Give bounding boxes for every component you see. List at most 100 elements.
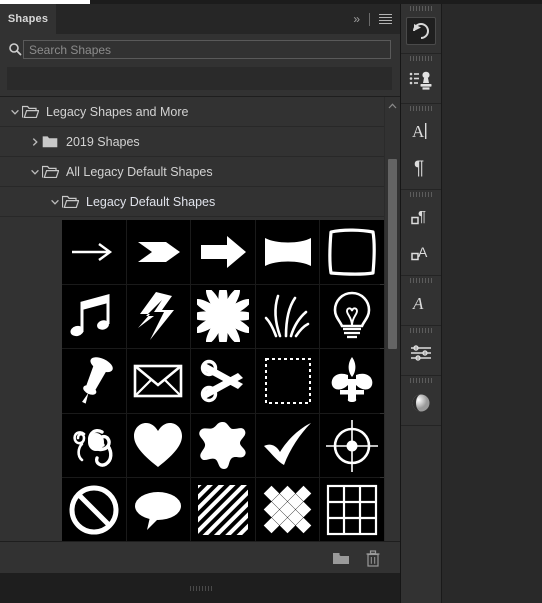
svg-text:¶: ¶ — [418, 208, 426, 225]
shapes-tree[interactable]: Legacy Shapes and More 2019 Shapes All Leg… — [0, 97, 386, 572]
tree-row-legacy-default-shapes[interactable]: Legacy Default Shapes — [0, 187, 386, 217]
svg-text:A: A — [412, 294, 424, 313]
shape-grid-container — [0, 217, 386, 572]
dock-group-grip[interactable] — [401, 276, 441, 285]
tree-row-label: Legacy Shapes and More — [46, 104, 189, 119]
tree-row-2019-shapes[interactable]: 2019 Shapes — [0, 127, 386, 157]
icon-dock: A ¶ ¶ A A — [401, 4, 442, 603]
music-eighth-notes-shape[interactable] — [62, 284, 126, 349]
tree-row-all-legacy-default-shapes[interactable]: All Legacy Default Shapes — [0, 157, 386, 187]
history-icon — [406, 17, 436, 45]
scroll-thumb[interactable] — [388, 159, 397, 349]
panel-resize-grip[interactable] — [190, 578, 212, 591]
banner-pillow-shape[interactable] — [255, 220, 320, 284]
svg-text:A: A — [412, 122, 425, 141]
dock-group-0 — [401, 4, 441, 54]
dock-button-character[interactable]: A — [401, 113, 441, 149]
tool-divider — [369, 12, 370, 26]
speech-bubble-shape[interactable] — [126, 478, 191, 542]
push-pin-shape[interactable] — [62, 349, 126, 413]
panel-tab-tools: » — [352, 4, 392, 34]
light-bulb-shape[interactable] — [320, 284, 384, 349]
splat-blob-shape[interactable] — [191, 413, 255, 478]
tree-row-legacy-shapes-and-more[interactable]: Legacy Shapes and More — [0, 97, 386, 127]
chevron-right-icon[interactable] — [28, 135, 42, 149]
dock-button-paragraph[interactable]: ¶ — [401, 149, 441, 185]
dock-group-4: A — [401, 276, 441, 326]
dock-group-1 — [401, 54, 441, 104]
panel-footer — [0, 541, 400, 573]
starburst-flower-shape[interactable] — [191, 284, 255, 349]
new-group-icon[interactable] — [332, 549, 350, 567]
envelope-shape[interactable] — [126, 349, 191, 413]
dock-button-adjustments[interactable] — [401, 335, 441, 371]
arrow-thin-right-shape[interactable] — [62, 220, 126, 284]
diamond-checker-tile-shape[interactable] — [255, 478, 320, 542]
tab-shapes[interactable]: Shapes — [0, 4, 56, 34]
lightning-bolt-shape[interactable] — [126, 284, 191, 349]
folder-open-icon — [42, 165, 59, 179]
paragraph-styles-icon: ¶ — [406, 203, 436, 231]
tab-shapes-label: Shapes — [7, 13, 49, 25]
dock-group-2: A ¶ — [401, 104, 441, 190]
channel-sphere-icon — [406, 389, 436, 417]
panel-tab-bar: Shapes » — [0, 4, 400, 34]
character-icon: A — [406, 117, 436, 145]
folder-open-icon — [62, 195, 79, 209]
shape-grid — [62, 220, 384, 572]
dock-group-grip[interactable] — [401, 190, 441, 199]
shapes-panel: Shapes » Legacy Shapes and More 2019 Shap… — [0, 4, 401, 603]
dock-button-clone-source[interactable] — [401, 63, 441, 99]
glyphs-icon: A — [406, 289, 436, 317]
search-input[interactable] — [23, 40, 391, 59]
nine-square-grid-shape[interactable] — [320, 478, 384, 542]
tree-row-label: All Legacy Default Shapes — [66, 164, 213, 179]
arrow-chevron-right-shape[interactable] — [126, 220, 191, 284]
dock-button-paragraph-styles[interactable]: ¶ — [401, 199, 441, 235]
treble-clef-ornament-shape[interactable] — [62, 413, 126, 478]
dock-group-grip[interactable] — [401, 376, 441, 385]
dock-group-grip[interactable] — [401, 54, 441, 63]
dock-group-3: ¶ A — [401, 190, 441, 276]
arrow-block-right-shape[interactable] — [191, 220, 255, 284]
character-styles-icon: A — [406, 239, 436, 267]
dock-button-glyphs[interactable]: A — [401, 285, 441, 321]
folder-open-icon — [22, 105, 39, 119]
canvas-area — [442, 4, 542, 603]
photoshop-shapes-panel-window: Shapes » Legacy Shapes and More 2019 Shap… — [0, 0, 542, 603]
dock-group-grip[interactable] — [401, 326, 441, 335]
dock-group-5 — [401, 326, 441, 376]
check-mark-shape[interactable] — [255, 413, 320, 478]
postage-stamp-frame-shape[interactable] — [255, 349, 320, 413]
shapes-scrollbar[interactable] — [384, 97, 399, 572]
chevron-down-icon[interactable] — [28, 165, 42, 179]
collapse-to-icons-button[interactable]: » — [352, 11, 360, 27]
crosshair-target-shape[interactable] — [320, 413, 384, 478]
tree-row-label: 2019 Shapes — [66, 134, 140, 149]
grass-blades-shape[interactable] — [255, 284, 320, 349]
folder-closed-icon — [42, 135, 59, 149]
svg-text:¶: ¶ — [414, 158, 424, 178]
panel-menu-button[interactable] — [379, 13, 392, 25]
adjustments-icon — [406, 339, 436, 367]
fleur-de-lis-shape[interactable] — [320, 349, 384, 413]
chevron-down-icon[interactable] — [8, 105, 22, 119]
chevron-down-icon[interactable] — [48, 195, 62, 209]
chevron-up-icon[interactable] — [385, 99, 399, 113]
dock-group-6 — [401, 376, 441, 426]
rough-square-frame-shape[interactable] — [320, 220, 384, 284]
dock-button-channel-sphere[interactable] — [401, 385, 441, 421]
paragraph-icon: ¶ — [406, 153, 436, 181]
delete-icon[interactable] — [364, 549, 382, 567]
dock-button-character-styles[interactable]: A — [401, 235, 441, 271]
no-entry-sign-shape[interactable] — [62, 478, 126, 542]
heart-shape[interactable] — [126, 413, 191, 478]
svg-text:A: A — [418, 244, 428, 260]
dock-group-grip[interactable] — [401, 104, 441, 113]
dock-group-grip[interactable] — [401, 4, 441, 13]
diagonal-stripes-tile-shape[interactable] — [191, 478, 255, 542]
scissors-shape[interactable] — [191, 349, 255, 413]
search-row — [0, 34, 400, 64]
clone-source-icon — [406, 67, 436, 95]
dock-button-history[interactable] — [401, 13, 441, 49]
